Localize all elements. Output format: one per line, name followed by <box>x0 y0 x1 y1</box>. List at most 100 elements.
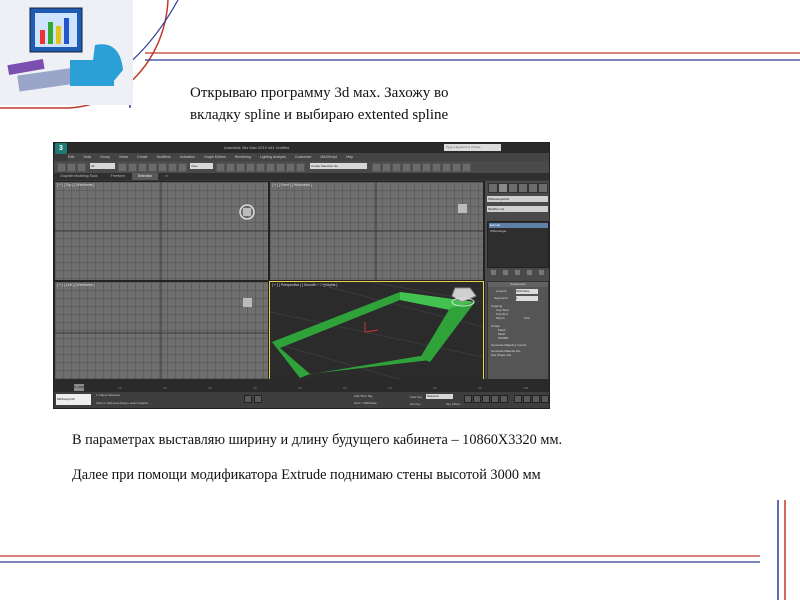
layer-manager-icon[interactable] <box>372 163 381 172</box>
rendered-frame-icon[interactable] <box>432 163 441 172</box>
viewport-top[interactable]: [ + ] [ Top ] [ Wireframe ] <box>54 181 269 281</box>
render-production-icon[interactable] <box>442 163 451 172</box>
go-to-start-icon[interactable] <box>464 395 472 403</box>
undo-icon[interactable] <box>57 163 66 172</box>
select-object-icon[interactable] <box>118 163 127 172</box>
absolute-mode-icon[interactable] <box>254 395 262 403</box>
curve-editor-icon[interactable] <box>392 163 401 172</box>
render-setup-icon[interactable] <box>422 163 431 172</box>
material-editor-icon[interactable] <box>412 163 421 172</box>
activeshade-icon[interactable] <box>462 163 471 172</box>
selection-filter-dropdown[interactable]: All <box>90 163 115 169</box>
next-frame-icon[interactable] <box>491 395 499 403</box>
add-time-tag-button[interactable]: Add Time Tag <box>354 394 372 398</box>
edit-named-sets-icon[interactable] <box>276 163 285 172</box>
computer-icon <box>7 7 123 92</box>
pivot-gizmo <box>364 322 379 333</box>
menu-maxscript[interactable]: MAXScript <box>320 155 337 159</box>
output-nurbs-radio[interactable]: NURBS <box>488 336 548 340</box>
menu-help[interactable]: Help <box>346 155 353 159</box>
tab-graphite-modeling-tools[interactable]: Graphite Modeling Tools <box>54 173 104 180</box>
menu-edit[interactable]: Edit <box>68 155 74 159</box>
orbit-icon[interactable] <box>541 395 549 403</box>
align-icon[interactable] <box>296 163 305 172</box>
play-icon[interactable] <box>482 395 490 403</box>
menu-views[interactable]: Views <box>119 155 128 159</box>
angle-snap-icon[interactable] <box>246 163 255 172</box>
configure-sets-icon[interactable] <box>539 270 544 275</box>
mirror-icon[interactable] <box>286 163 295 172</box>
scale-icon[interactable] <box>178 163 187 172</box>
redo-icon[interactable] <box>67 163 76 172</box>
auto-key-button[interactable]: Auto Key <box>410 395 422 399</box>
motion-tab-icon[interactable] <box>518 183 528 193</box>
maxscript-listener[interactable]: MAXscript Mi <box>56 394 91 405</box>
stack-item-wrectangle[interactable]: WRectangle <box>489 229 506 233</box>
zoom-icon[interactable] <box>514 395 522 403</box>
menu-customize[interactable]: Customize <box>295 155 312 159</box>
make-unique-icon[interactable] <box>515 270 520 275</box>
modifier-list-dropdown[interactable]: Modifier List <box>487 206 548 212</box>
viewport-front[interactable]: [ + ] [ Front ] [ Wireframe ] <box>269 181 484 281</box>
set-key-button[interactable]: Set Key <box>410 402 421 406</box>
display-tab-icon[interactable] <box>528 183 538 193</box>
tab-more[interactable]: ▪▪ <box>159 173 173 180</box>
app-logo-button[interactable]: 3 <box>55 143 67 154</box>
rollout-title[interactable]: Parameters <box>488 282 548 287</box>
pan-view-icon[interactable] <box>532 395 540 403</box>
menu-graph-editors[interactable]: Graph Editors <box>204 155 226 159</box>
search-input[interactable]: Type a keyword or phrase <box>444 144 501 151</box>
amount-input[interactable]: 3000,0мм <box>516 289 538 294</box>
time-slider-handle[interactable]: 0 / 100 <box>74 384 84 391</box>
morph-radio[interactable]: Morph <box>496 316 505 320</box>
tab-selection[interactable]: Selection <box>131 173 159 180</box>
grid-status: Grid = 1000,0мм <box>354 401 377 405</box>
object-name-field[interactable]: WRectangle001 <box>487 196 548 202</box>
viewport-left[interactable]: [ + ] [ Left ] [ Wireframe ] <box>54 281 269 386</box>
lock-selection-icon[interactable] <box>244 395 252 403</box>
render-iterative-icon[interactable] <box>452 163 461 172</box>
mapping-checkbox[interactable]: Generate Mapping Coords <box>488 343 548 347</box>
rectangle-selection-icon[interactable] <box>138 163 147 172</box>
spinner-snap-icon[interactable] <box>266 163 275 172</box>
use-shape-ids-checkbox[interactable]: Use Shape IDs <box>488 353 548 357</box>
segments-input[interactable]: 1 <box>516 296 538 301</box>
go-to-end-icon[interactable] <box>500 395 508 403</box>
menu-tools[interactable]: Tools <box>83 155 91 159</box>
rotate-icon[interactable] <box>168 163 177 172</box>
select-manipulate-icon[interactable] <box>226 163 235 172</box>
pivot-icon[interactable] <box>216 163 225 172</box>
utilities-tab-icon[interactable] <box>538 183 548 193</box>
modify-tab-icon[interactable] <box>498 183 508 193</box>
key-filters-button[interactable]: Key Filters... <box>446 402 463 406</box>
time-slider-track[interactable]: 0 10 20 30 40 50 60 70 80 90 100 <box>54 384 549 392</box>
schematic-view-icon[interactable] <box>402 163 411 172</box>
zoom-all-icon[interactable] <box>523 395 531 403</box>
named-selection-set-dropdown[interactable]: Create Selection Se <box>310 163 367 169</box>
remove-modifier-icon[interactable] <box>527 270 532 275</box>
link-icon[interactable] <box>77 163 86 172</box>
previous-frame-icon[interactable] <box>473 395 481 403</box>
menu-group[interactable]: Group <box>100 155 110 159</box>
hierarchy-tab-icon[interactable] <box>508 183 518 193</box>
menu-modifiers[interactable]: Modifiers <box>157 155 171 159</box>
snap-toggle-icon[interactable] <box>236 163 245 172</box>
stack-item-extrude[interactable]: Extrude <box>489 223 548 228</box>
tab-freeform[interactable]: Freeform <box>105 173 131 180</box>
menu-create[interactable]: Create <box>137 155 148 159</box>
graphite-toggle-icon[interactable] <box>382 163 391 172</box>
show-end-result-icon[interactable] <box>503 270 508 275</box>
pin-stack-icon[interactable] <box>491 270 496 275</box>
select-by-name-icon[interactable] <box>128 163 137 172</box>
grid-radio[interactable]: Grid <box>524 316 530 320</box>
reference-coord-dropdown[interactable]: View <box>190 163 213 169</box>
menu-lighting-analysis[interactable]: Lighting Analysis <box>260 155 286 159</box>
viewport-perspective[interactable]: [ + ] [ Perspective ] [ Smooth + Highlig… <box>269 281 484 386</box>
menu-rendering[interactable]: Rendering <box>235 155 251 159</box>
percent-snap-icon[interactable] <box>256 163 265 172</box>
key-mode-dropdown[interactable]: Selected <box>426 394 453 399</box>
move-icon[interactable] <box>158 163 167 172</box>
window-crossing-icon[interactable] <box>148 163 157 172</box>
create-tab-icon[interactable] <box>488 183 498 193</box>
menu-animation[interactable]: Animation <box>180 155 196 159</box>
